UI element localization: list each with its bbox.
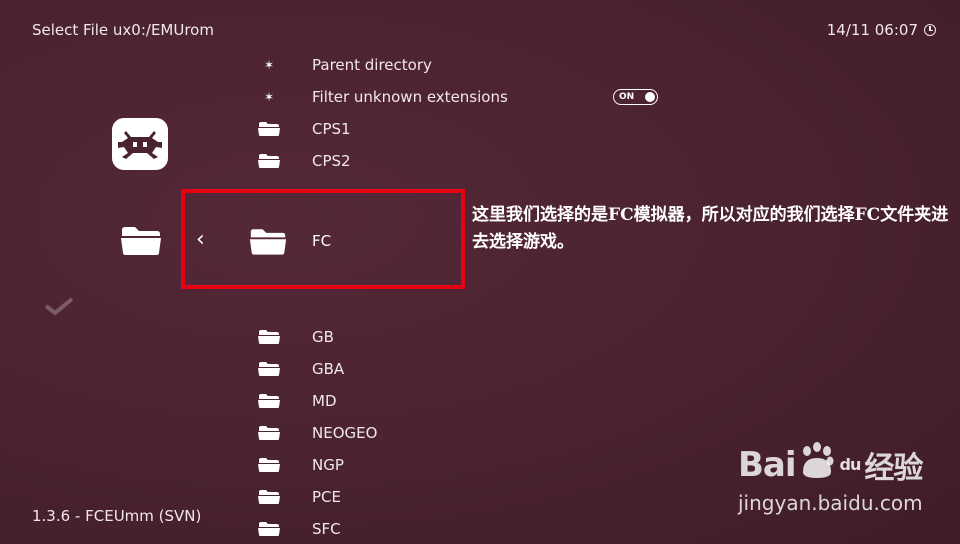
core-version: 1.3.6 - FCEUmm (SVN) [32, 507, 202, 525]
annotation-text: 这里我们选择的是FC模拟器，所以对应的我们选择FC文件夹进去选择游戏。 [472, 205, 949, 252]
watermark-brand: Bai du 经验 [738, 440, 923, 489]
list-item-label: Parent directory [312, 56, 432, 74]
list-item-label: Filter unknown extensions [312, 88, 508, 106]
watermark-brand-du: du [839, 455, 862, 474]
folder-icon [121, 227, 161, 255]
folder-icon [258, 522, 280, 536]
highlight-box [181, 189, 465, 289]
list-item-folder[interactable]: GBA [256, 355, 344, 383]
folder-icon [258, 394, 280, 408]
list-item-label: NEOGEO [312, 424, 378, 442]
retroarch-invader-icon [112, 118, 168, 170]
watermark: Bai du 经验 jingyan.baidu.com [738, 440, 923, 515]
page-title: Select File ux0:/EMUrom [32, 21, 214, 39]
list-item-filter-unknown[interactable]: ✶ Filter unknown extensions [256, 83, 508, 111]
folder-icon [258, 154, 280, 168]
list-item-folder[interactable]: PCE [256, 483, 341, 511]
paw-icon [797, 440, 837, 489]
folder-icon [258, 122, 280, 136]
list-item-folder[interactable]: NGP [256, 451, 344, 479]
filter-toggle[interactable]: ON [613, 89, 658, 105]
watermark-brand-cn: 经验 [864, 450, 923, 486]
decorative-check-icon [44, 297, 74, 316]
clock-icon [924, 24, 936, 36]
list-item-folder[interactable]: GB [256, 323, 334, 351]
list-item-folder[interactable]: CPS1 [256, 115, 351, 143]
clock: 14/11 06:07 [827, 21, 936, 39]
list-item-label: SFC [312, 520, 341, 538]
folder-icon [258, 458, 280, 472]
toggle-knob [645, 92, 655, 102]
watermark-url: jingyan.baidu.com [738, 491, 923, 515]
list-item-label: CPS2 [312, 152, 351, 170]
gear-icon: ✶ [263, 90, 275, 104]
list-item-parent-directory[interactable]: ✶ Parent directory [256, 51, 432, 79]
folder-icon [258, 490, 280, 504]
list-item-folder[interactable]: NEOGEO [256, 419, 377, 447]
folder-icon [258, 426, 280, 440]
toggle-label: ON [619, 92, 635, 102]
list-item-folder[interactable]: CPS2 [256, 147, 351, 175]
clock-text: 14/11 06:07 [826, 21, 918, 39]
folder-icon [258, 330, 280, 344]
list-item-folder[interactable]: MD [256, 387, 337, 415]
list-item-label: CPS1 [312, 120, 351, 138]
list-item-label: GBA [312, 360, 345, 378]
folder-icon [258, 362, 280, 376]
watermark-brand-text: Bai [738, 444, 797, 485]
list-item-folder[interactable]: SFC [256, 515, 341, 543]
list-item-label: GB [312, 328, 334, 346]
list-item-label: MD [312, 392, 337, 410]
gear-icon: ✶ [263, 58, 275, 72]
list-item-label: PCE [312, 488, 341, 506]
list-item-label: NGP [312, 456, 344, 474]
